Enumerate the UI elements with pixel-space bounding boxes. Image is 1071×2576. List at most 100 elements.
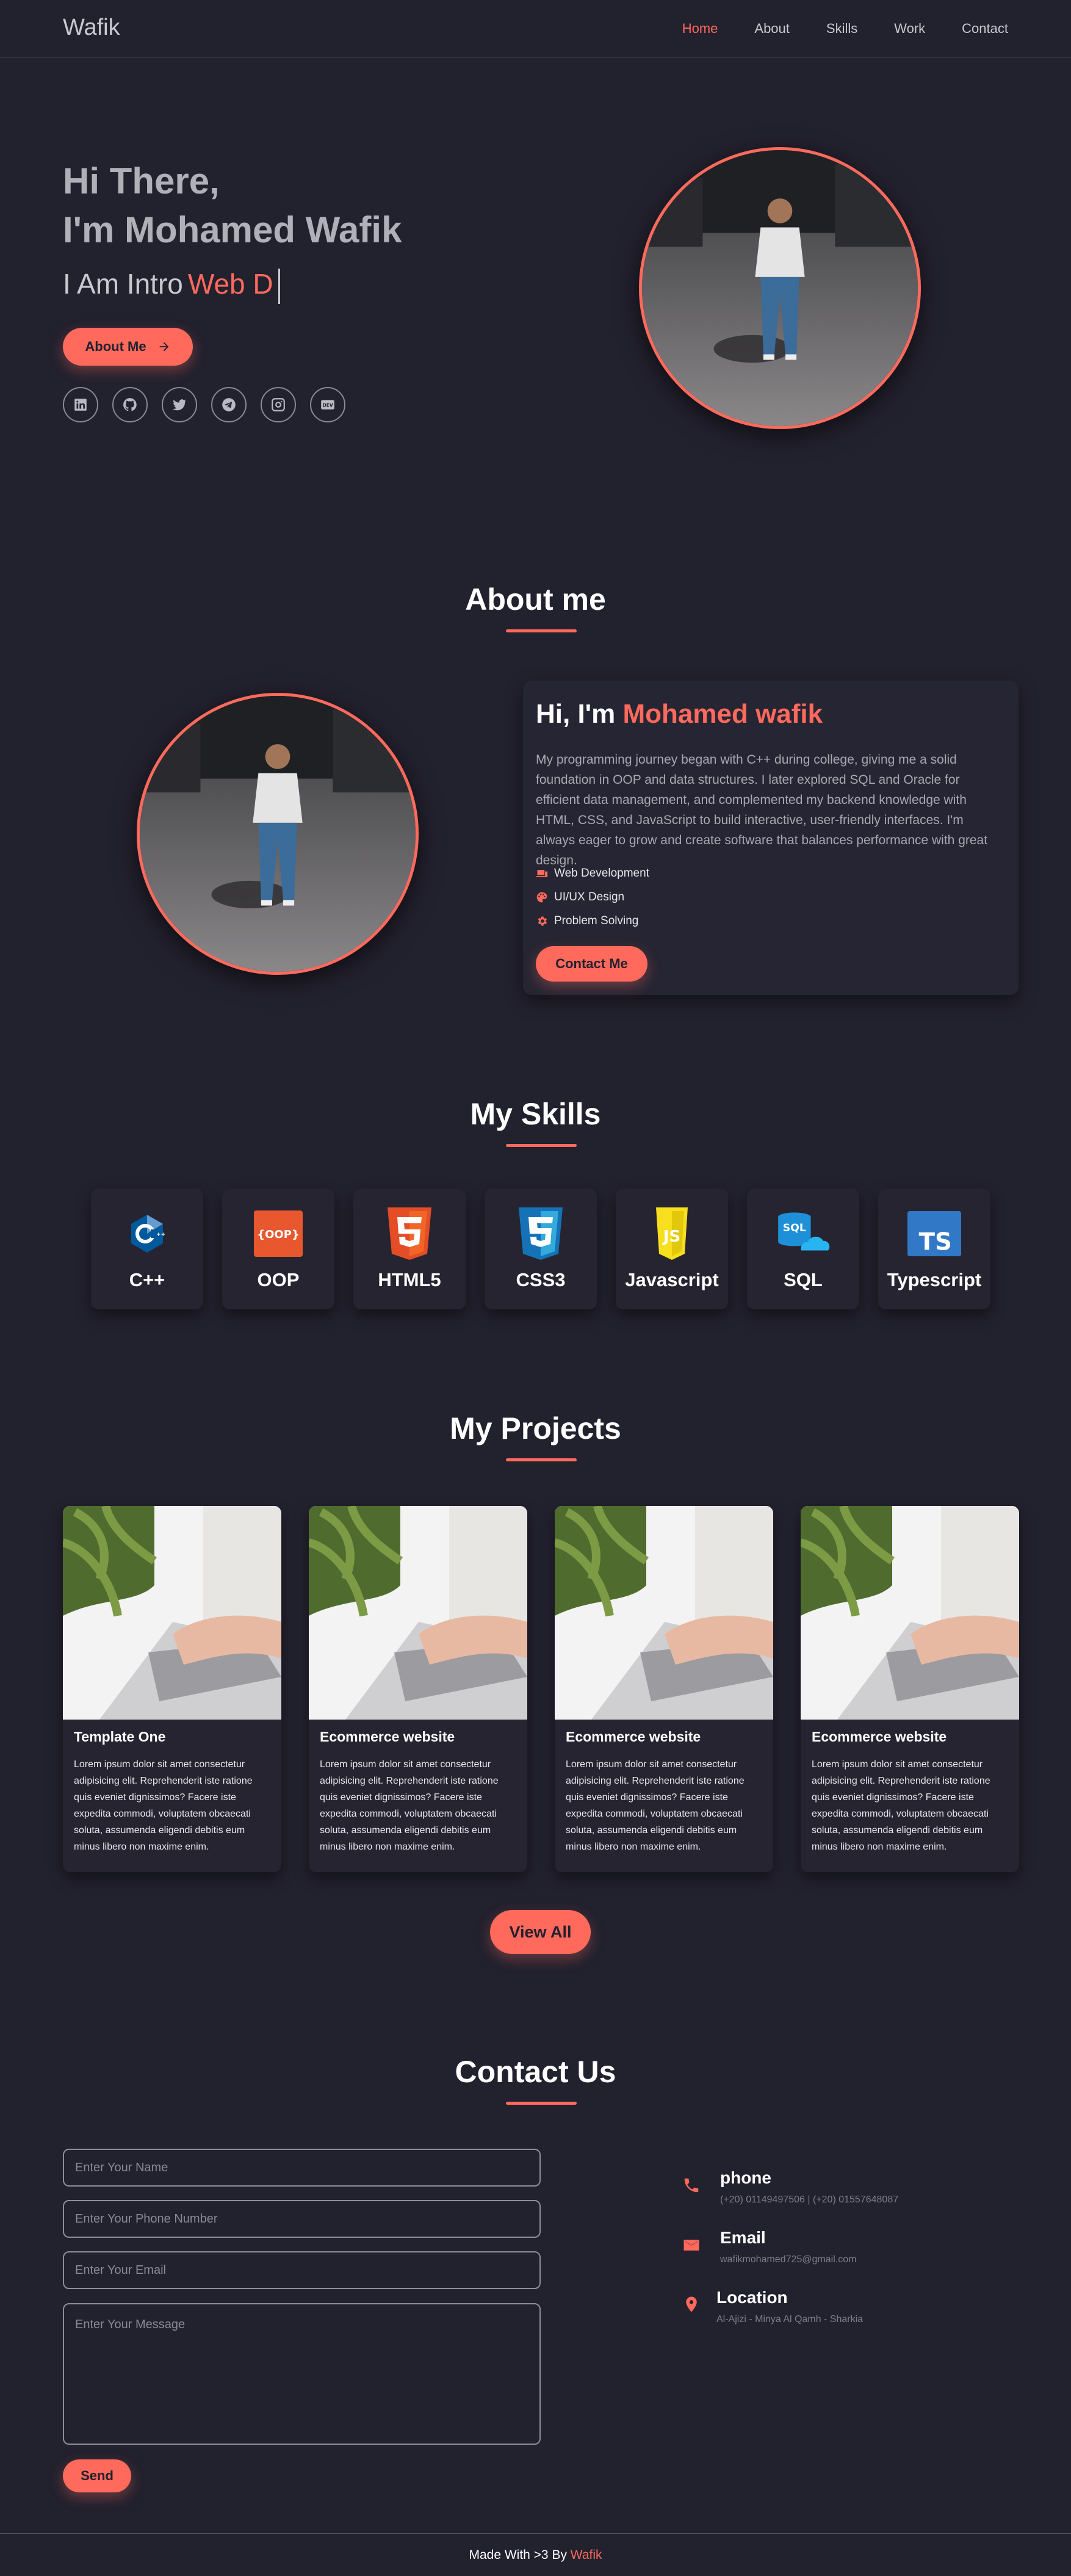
dev-link[interactable]: DEV	[310, 387, 345, 422]
skill-label: SQL	[784, 1269, 823, 1290]
skill-card-typescript: TS Typescript	[878, 1189, 990, 1309]
location-pin-icon	[682, 2295, 701, 2314]
phone-title: phone	[720, 2168, 771, 2187]
telegram-link[interactable]	[211, 387, 247, 422]
project-description: Lorem ipsum dolor sit amet consectetur a…	[812, 1759, 990, 1852]
phone-icon	[682, 2176, 701, 2194]
location-value: Al-Ajizi - Minya Al Qamh - Sharkia	[716, 2314, 864, 2325]
projects-title-underline	[506, 1458, 577, 1461]
phone-input[interactable]	[63, 2200, 541, 2238]
hero-intro: I Am Intro Web D	[63, 267, 280, 304]
skill-label: Javascript	[625, 1269, 719, 1290]
instagram-link[interactable]	[261, 387, 296, 422]
instagram-icon	[272, 398, 285, 411]
skill-card-cpp: ++ C++	[91, 1189, 203, 1309]
html5-icon	[383, 1207, 436, 1261]
typing-caret	[278, 268, 280, 304]
phone-value[interactable]: (+20) 01149497506 | (+20) 01557648087	[720, 2194, 898, 2205]
nav-item-skills[interactable]: Skills	[826, 21, 857, 37]
typed-text: Web D	[187, 268, 273, 300]
project-description: Lorem ipsum dolor sit amet consectetur a…	[566, 1759, 745, 1852]
envelope-icon	[682, 2236, 701, 2254]
arrow-right-icon	[159, 342, 168, 352]
email-value[interactable]: wafikmohamed725@gmail.com	[720, 2254, 856, 2265]
bullet-problem-solving: Problem Solving	[536, 914, 638, 928]
project-card[interactable]: Template One Lorem ipsum dolor sit amet …	[63, 1506, 281, 1872]
nav-item-about[interactable]: About	[754, 21, 790, 37]
svg-text:++: ++	[156, 1232, 165, 1238]
svg-text:DEV: DEV	[322, 403, 333, 408]
project-description: Lorem ipsum dolor sit amet consectetur a…	[320, 1759, 499, 1852]
contact-me-button[interactable]: Contact Me	[536, 946, 647, 982]
cpp-icon: ++	[120, 1207, 174, 1261]
footer-text: Made With >3 By	[469, 2548, 567, 2562]
skill-card-css3: CSS3	[485, 1189, 597, 1309]
email-title: Email	[720, 2228, 766, 2247]
dev-icon: DEV	[321, 400, 334, 410]
about-name: Mohamed wafik	[622, 699, 823, 729]
project-image	[63, 1506, 281, 1720]
footer: Made With >3 By Wafik	[0, 2533, 1071, 2576]
oop-icon: {OOP}	[251, 1207, 305, 1261]
hero-name: I'm Mohamed Wafik	[63, 209, 402, 250]
footer-author[interactable]: Wafik	[571, 2548, 602, 2562]
nav-item-contact[interactable]: Contact	[962, 21, 1008, 37]
project-image	[309, 1506, 527, 1720]
send-button[interactable]: Send	[63, 2459, 131, 2492]
project-description: Lorem ipsum dolor sit amet consectetur a…	[74, 1759, 253, 1852]
about-avatar	[137, 693, 419, 975]
svg-text:SQL: SQL	[783, 1222, 806, 1234]
about-me-button[interactable]: About Me	[63, 328, 193, 366]
projects-title: My Projects	[450, 1411, 621, 1445]
bullet-label: Web Development	[554, 867, 649, 880]
skill-card-sql: SQL SQL	[747, 1189, 859, 1309]
project-title: Template One	[74, 1729, 166, 1745]
palette-icon	[536, 892, 547, 903]
skill-card-javascript: JS Javascript	[616, 1189, 728, 1309]
twitter-link[interactable]	[162, 387, 197, 422]
project-card[interactable]: Ecommerce website Lorem ipsum dolor sit …	[801, 1506, 1019, 1872]
nav-item-work[interactable]: Work	[894, 21, 925, 37]
github-link[interactable]	[112, 387, 148, 422]
skills-title: My Skills	[470, 1097, 601, 1131]
typescript-icon: TS	[907, 1207, 961, 1261]
view-all-button[interactable]: View All	[490, 1910, 591, 1954]
message-input[interactable]	[63, 2303, 541, 2445]
email-input[interactable]	[63, 2251, 541, 2289]
about-title: About me	[465, 582, 606, 617]
javascript-icon: JS	[645, 1207, 699, 1261]
contact-title-underline	[506, 2102, 577, 2105]
gear-icon	[538, 916, 547, 926]
about-me-label: About Me	[85, 339, 146, 354]
skill-label: CSS3	[516, 1269, 566, 1290]
name-input[interactable]	[63, 2149, 541, 2187]
css3-icon	[514, 1207, 568, 1261]
skill-label: OOP	[257, 1269, 300, 1290]
skills-title-underline	[506, 1144, 577, 1147]
telegram-icon	[222, 398, 236, 411]
bullet-web-development: Web Development	[536, 867, 649, 880]
project-card[interactable]: Ecommerce website Lorem ipsum dolor sit …	[309, 1506, 527, 1872]
svg-text:TS: TS	[919, 1228, 952, 1256]
nav-menu: Home About Skills Work Contact	[682, 21, 1008, 37]
twitter-icon	[173, 399, 186, 411]
linkedin-link[interactable]	[63, 387, 98, 422]
contact-title: Contact Us	[455, 2055, 616, 2089]
about-title-underline	[506, 629, 577, 632]
brand-logo[interactable]: Wafik	[63, 15, 120, 41]
github-icon	[123, 398, 137, 411]
laptop-icon	[536, 870, 548, 877]
bullet-label: Problem Solving	[554, 914, 639, 927]
linkedin-icon	[74, 399, 87, 411]
skill-label: Typescript	[887, 1269, 982, 1290]
location-title: Location	[716, 2288, 788, 2307]
project-image	[801, 1506, 1019, 1720]
navbar: Wafik Home About Skills Work Contact	[0, 0, 1071, 58]
about-text: My programming journey began with C++ du…	[536, 753, 988, 867]
project-card[interactable]: Ecommerce website Lorem ipsum dolor sit …	[555, 1506, 773, 1872]
about-greeting: Hi, I'm	[536, 699, 616, 729]
svg-text:JS: JS	[662, 1228, 680, 1246]
nav-item-home[interactable]: Home	[682, 21, 718, 37]
bullet-label: UI/UX Design	[554, 891, 625, 903]
project-title: Ecommerce website	[320, 1729, 455, 1745]
